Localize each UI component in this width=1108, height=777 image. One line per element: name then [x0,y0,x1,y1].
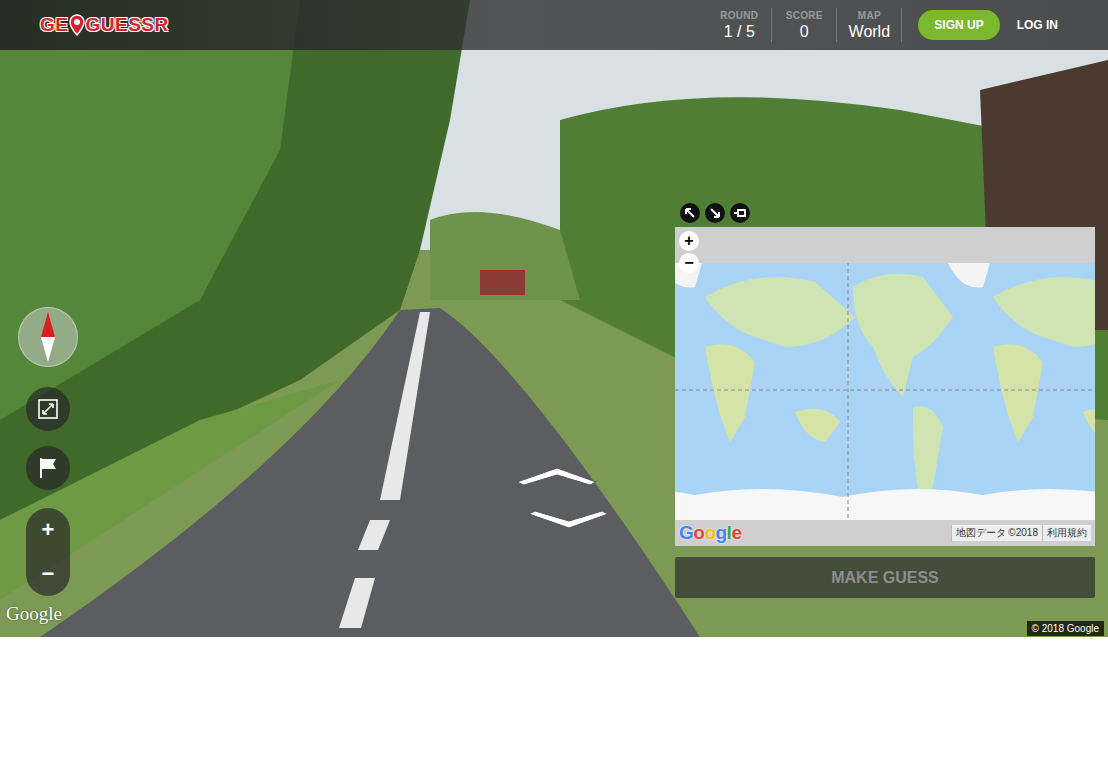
chevron-arrows-icon [512,462,612,537]
arrow-up-left-icon [681,204,699,222]
page-background [0,637,1108,777]
top-bar: GE GUESSR ROUND 1 / 5 SCORE 0 MAP World SIGN UP L… [0,0,1108,50]
map-top-band [675,227,1095,263]
zoom-controls: +− [26,508,70,596]
world-map[interactable]: +− Google 地図データ ©2018利用規約 [675,227,1095,546]
sign-up-button[interactable]: SIGN UP [918,10,999,40]
enlarge-button[interactable] [680,203,700,223]
compass[interactable] [18,307,78,367]
map-zoom-in-button[interactable]: + [679,231,699,251]
guess-map-panel: +− Google 地図データ ©2018利用規約 MAKE GUESS [675,199,1095,598]
pushpin-icon [731,204,749,222]
map-zoom-controls: +− [679,231,699,273]
stat-label: MAP [858,10,881,21]
map-footer: Google 地図データ ©2018利用規約 [675,520,1095,546]
world-map-graphic [675,227,1095,546]
zoom-out-button[interactable]: − [26,552,70,596]
logo-text-right: GUESSR [85,14,168,36]
google-logo: Google [6,603,62,625]
stat-value: 0 [800,23,809,41]
map-data-attribution: 地図データ ©2018 [951,525,1042,541]
zoom-in-button[interactable]: + [26,508,70,552]
fullscreen-icon [38,399,58,419]
move-arrows[interactable] [512,462,612,537]
stat-label: SCORE [786,10,823,21]
stat-value: 1 / 5 [724,23,755,41]
stats: ROUND 1 / 5 SCORE 0 MAP World [707,8,902,42]
log-in-button[interactable]: LOG IN [1017,18,1058,32]
stat-round: ROUND 1 / 5 [707,8,771,42]
copyright: © 2018 Google [1027,621,1104,636]
geoguessr-logo[interactable]: GE GUESSR [40,14,169,36]
flag-icon [38,457,58,479]
street-view[interactable]: GE GUESSR ROUND 1 / 5 SCORE 0 MAP World SIGN UP L… [0,0,1108,637]
stat-score: SCORE 0 [771,8,836,42]
pin-icon [69,14,85,36]
fullscreen-button[interactable] [26,387,70,431]
map-google-logo: Google [679,522,741,544]
make-guess-button: MAKE GUESS [675,557,1095,598]
map-size-buttons [675,199,1095,227]
shrink-button[interactable] [705,203,725,223]
pin-map-button[interactable] [730,203,750,223]
stat-label: ROUND [720,10,758,21]
compass-needle-icon [40,312,56,362]
header-right: ROUND 1 / 5 SCORE 0 MAP World SIGN UP LOG IN [707,0,1058,50]
return-to-start-button[interactable] [26,446,70,490]
logo-text-left: GE [40,14,68,36]
map-zoom-out-button[interactable]: − [679,253,699,273]
arrow-down-right-icon [706,204,724,222]
view-controls: +− [22,307,74,596]
map-attribution: 地図データ ©2018利用規約 [951,525,1091,541]
stat-map: MAP World [836,8,902,42]
terms-link[interactable]: 利用規約 [1042,525,1091,541]
stat-value: World [849,23,891,41]
